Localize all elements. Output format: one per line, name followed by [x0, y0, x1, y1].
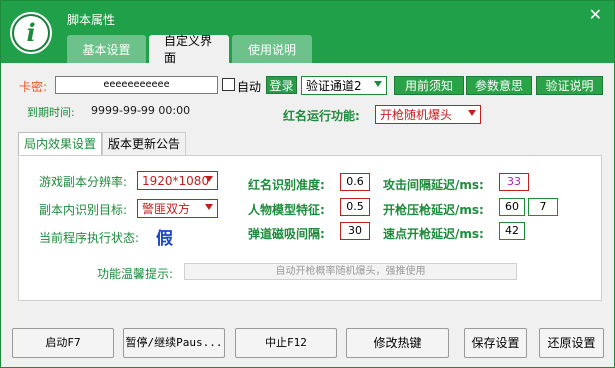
- chevron-down-icon: [374, 81, 382, 87]
- magnet-interval-label: 弹道磁吸间隔:: [248, 227, 325, 241]
- main-tabs: 基本设置 自定义界面 使用说明: [67, 34, 312, 65]
- pause-resume-button[interactable]: 暂停/继续Paus...: [123, 328, 225, 358]
- window-title: 脚本属性: [67, 13, 116, 27]
- chevron-down-icon: [205, 176, 213, 182]
- press-delay-input-1[interactable]: 60: [499, 198, 525, 216]
- target-select[interactable]: 警匪双方: [137, 199, 218, 218]
- verify-channel-select[interactable]: 验证通道2: [301, 76, 387, 95]
- chevron-down-icon: [205, 204, 213, 210]
- verify-channel-value: 验证通道2: [306, 79, 362, 93]
- resolution-label: 游戏副本分辨率:: [39, 175, 128, 189]
- login-button[interactable]: 登录: [266, 76, 297, 94]
- tab-basic-settings[interactable]: 基本设置: [67, 35, 146, 63]
- tip-textbox: 自动开枪概率随机爆头，强推使用: [184, 263, 517, 280]
- panel-tabs: 局内效果设置 版本更新公告: [18, 132, 187, 156]
- attack-delay-label: 攻击间隔延迟/ms:: [383, 178, 484, 192]
- expire-value: 9999-99-99 00:00: [91, 104, 191, 117]
- auto-label: 自动: [237, 80, 262, 94]
- tab-usage-guide[interactable]: 使用说明: [232, 35, 312, 63]
- card-key-input[interactable]: eeeeeeeeeee: [55, 76, 218, 94]
- modify-hotkey-button[interactable]: 修改热键: [346, 328, 449, 358]
- tip-label: 功能温馨提示:: [97, 267, 174, 281]
- start-button[interactable]: 启动F7: [12, 328, 114, 358]
- tab-custom-ui[interactable]: 自定义界面: [149, 34, 229, 65]
- restore-settings-button[interactable]: 还原设置: [539, 328, 604, 358]
- expire-label: 到期时间:: [27, 106, 75, 119]
- close-icon[interactable]: ✕: [589, 7, 602, 23]
- status-value: 假: [156, 229, 173, 249]
- tab-version-notice[interactable]: 版本更新公告: [102, 132, 187, 156]
- redname-accuracy-label: 红名识别准度:: [248, 178, 325, 192]
- resolution-select[interactable]: 1920*1080: [137, 171, 218, 190]
- param-meaning-button[interactable]: 参数意思: [466, 76, 532, 95]
- stop-button[interactable]: 中止F12: [235, 328, 337, 358]
- title-bar: i 脚本属性 ✕ 基本设置 自定义界面 使用说明: [1, 1, 614, 65]
- info-logo-icon: i: [10, 12, 52, 54]
- model-feature-label: 人物模型特征:: [248, 203, 325, 217]
- redname-accuracy-input[interactable]: 0.6: [340, 173, 370, 191]
- target-label: 副本内识别目标:: [39, 203, 128, 217]
- info-glyph: i: [14, 16, 48, 50]
- press-delay-input-2[interactable]: 7: [528, 198, 558, 216]
- magnet-interval-input[interactable]: 30: [340, 222, 370, 240]
- auto-checkbox[interactable]: [222, 78, 235, 91]
- redname-function-value: 开枪随机爆头: [380, 108, 453, 122]
- target-value: 警匪双方: [142, 202, 191, 216]
- status-label: 当前程序执行状态:: [39, 231, 140, 245]
- attack-delay-input[interactable]: 33: [499, 173, 529, 191]
- model-feature-input[interactable]: 0.5: [340, 198, 370, 216]
- burst-delay-input[interactable]: 42: [499, 222, 525, 240]
- redname-function-select[interactable]: 开枪随机爆头: [375, 105, 481, 124]
- press-delay-label: 开枪压枪延迟/ms:: [383, 203, 484, 217]
- chevron-down-icon: [468, 110, 476, 116]
- before-use-button[interactable]: 用前须知: [394, 76, 464, 95]
- card-key-label: 卡密:: [19, 80, 48, 94]
- verify-help-button[interactable]: 验证说明: [536, 76, 603, 95]
- save-settings-button[interactable]: 保存设置: [464, 328, 527, 358]
- tab-in-game-effects[interactable]: 局内效果设置: [18, 132, 103, 156]
- burst-delay-label: 速点开枪延迟/ms:: [383, 227, 484, 241]
- resolution-value: 1920*1080: [142, 173, 210, 188]
- script-properties-window: i 脚本属性 ✕ 基本设置 自定义界面 使用说明 卡密: eeeeeeeeeee…: [0, 0, 615, 368]
- redname-function-label: 红名运行功能:: [283, 109, 360, 123]
